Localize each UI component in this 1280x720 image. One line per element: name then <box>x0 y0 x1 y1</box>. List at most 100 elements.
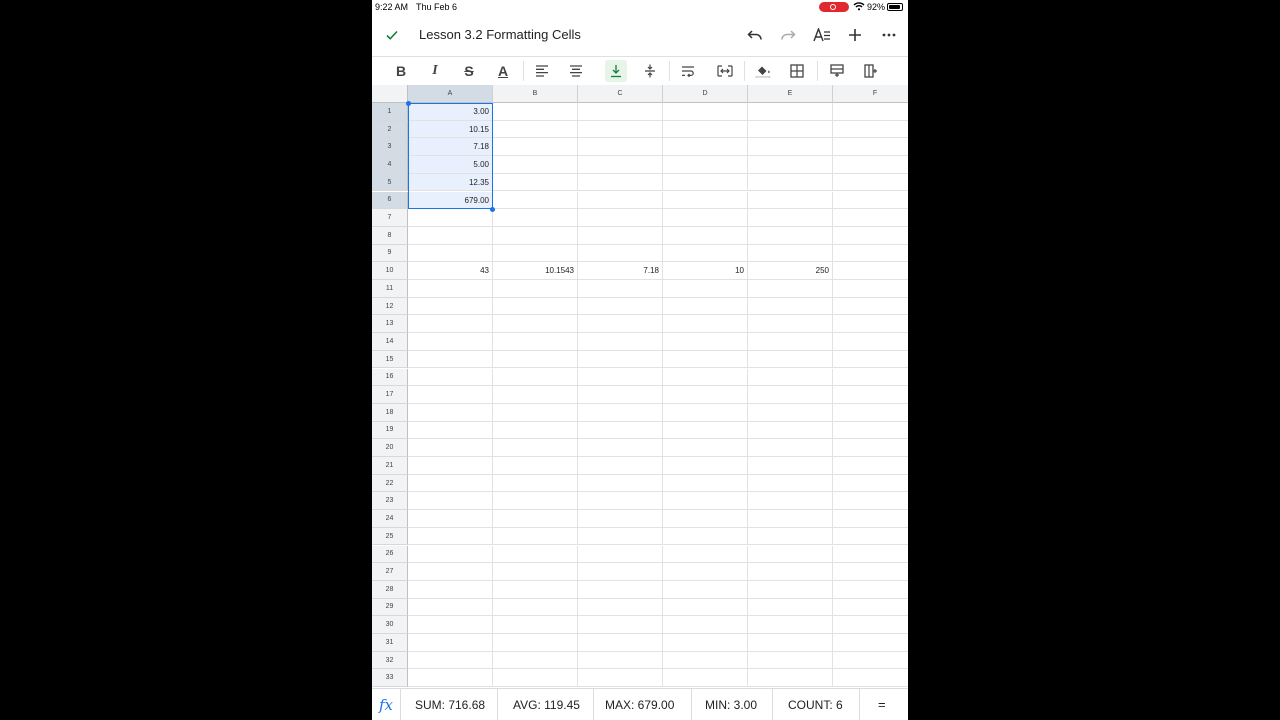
cell-d11[interactable] <box>663 280 748 298</box>
cell-d9[interactable] <box>663 244 748 263</box>
align-center-icon[interactable] <box>565 60 587 82</box>
cell-e25[interactable] <box>748 527 833 546</box>
row-header-26[interactable]: 26 <box>372 545 408 564</box>
cell-f15[interactable] <box>833 351 908 369</box>
cell-e13[interactable] <box>748 315 833 334</box>
cell-b7[interactable] <box>493 209 578 227</box>
row-header-11[interactable]: 11 <box>372 280 408 298</box>
row-header-31[interactable]: 31 <box>372 634 408 652</box>
cell-c11[interactable] <box>578 280 663 298</box>
cell-e26[interactable] <box>748 545 833 564</box>
cell-f5[interactable] <box>833 174 908 192</box>
cell-d15[interactable] <box>663 350 748 369</box>
cell-e30[interactable] <box>748 616 833 634</box>
cell-e23[interactable] <box>748 492 833 511</box>
cell-e15[interactable] <box>748 350 833 369</box>
max-stat[interactable]: MAX: 679.00 <box>605 698 674 712</box>
min-stat[interactable]: MIN: 3.00 <box>705 698 757 712</box>
cell-f33[interactable] <box>833 669 908 688</box>
cell-a12[interactable] <box>408 297 493 316</box>
selection-handle-bottom[interactable] <box>490 207 495 212</box>
cell-c14[interactable] <box>578 333 663 351</box>
row-header-25[interactable]: 25 <box>372 527 408 546</box>
cell-e32[interactable] <box>748 651 833 670</box>
cell-c28[interactable] <box>578 580 663 599</box>
cell-c10[interactable]: 7.18 <box>578 262 663 280</box>
cell-b32[interactable] <box>493 651 578 670</box>
cell-b6[interactable] <box>493 191 578 210</box>
row-header-1[interactable]: 1 <box>372 103 408 121</box>
cell-c27[interactable] <box>578 563 663 581</box>
cell-e11[interactable] <box>748 280 833 298</box>
row-header-2[interactable]: 2 <box>372 120 408 139</box>
cell-a27[interactable] <box>408 563 493 581</box>
cell-c30[interactable] <box>578 616 663 634</box>
cell-a33[interactable] <box>408 669 493 688</box>
cell-d7[interactable] <box>663 209 748 227</box>
row-header-21[interactable]: 21 <box>372 457 408 475</box>
cell-f26[interactable] <box>833 546 908 564</box>
cell-d4[interactable] <box>663 156 748 174</box>
cell-b16[interactable] <box>493 368 578 387</box>
column-header-c[interactable]: C <box>578 85 663 103</box>
cell-b28[interactable] <box>493 580 578 599</box>
cell-d26[interactable] <box>663 545 748 564</box>
cell-f27[interactable] <box>833 563 908 581</box>
document-title[interactable]: Lesson 3.2 Formatting Cells <box>419 27 581 42</box>
cell-b13[interactable] <box>493 315 578 334</box>
cell-c21[interactable] <box>578 457 663 475</box>
cell-f14[interactable] <box>833 333 908 351</box>
cell-b20[interactable] <box>493 439 578 457</box>
cell-e22[interactable] <box>748 474 833 493</box>
cell-e2[interactable] <box>748 120 833 139</box>
cell-d17[interactable] <box>663 386 748 404</box>
cell-f24[interactable] <box>833 510 908 528</box>
cell-e27[interactable] <box>748 563 833 581</box>
cell-c13[interactable] <box>578 315 663 334</box>
cell-b2[interactable] <box>493 120 578 139</box>
select-all-corner[interactable] <box>372 85 408 103</box>
cell-f11[interactable] <box>833 280 908 298</box>
bold-icon[interactable]: B <box>390 60 412 82</box>
cell-a9[interactable] <box>408 244 493 263</box>
cell-b17[interactable] <box>493 386 578 404</box>
cell-a22[interactable] <box>408 474 493 493</box>
cell-a5[interactable]: 12.35 <box>408 173 493 192</box>
cell-b30[interactable] <box>493 616 578 634</box>
cell-d18[interactable] <box>663 403 748 422</box>
cell-e17[interactable] <box>748 386 833 404</box>
row-header-8[interactable]: 8 <box>372 226 408 245</box>
text-format-icon[interactable] <box>811 24 833 46</box>
cell-a10[interactable]: 43 <box>408 262 493 280</box>
cell-b10[interactable]: 10.1543 <box>493 262 578 280</box>
cell-c29[interactable] <box>578 598 663 617</box>
vertical-align-middle-icon[interactable] <box>639 60 661 82</box>
cell-c9[interactable] <box>578 244 663 263</box>
cell-f32[interactable] <box>833 652 908 670</box>
row-header-30[interactable]: 30 <box>372 616 408 634</box>
cell-f29[interactable] <box>833 599 908 617</box>
cell-c19[interactable] <box>578 421 663 440</box>
cell-d22[interactable] <box>663 474 748 493</box>
cell-f23[interactable] <box>833 492 908 511</box>
cell-a16[interactable] <box>408 368 493 387</box>
cell-d29[interactable] <box>663 598 748 617</box>
cell-c17[interactable] <box>578 386 663 404</box>
cell-b19[interactable] <box>493 421 578 440</box>
cell-a11[interactable] <box>408 280 493 298</box>
row-header-3[interactable]: 3 <box>372 138 408 157</box>
merge-cells-icon[interactable] <box>714 60 736 82</box>
vertical-align-bottom-icon[interactable] <box>605 60 627 82</box>
cell-c4[interactable] <box>578 156 663 174</box>
cell-c24[interactable] <box>578 510 663 528</box>
cell-d28[interactable] <box>663 580 748 599</box>
column-header-e[interactable]: E <box>748 85 833 103</box>
cell-c6[interactable] <box>578 191 663 210</box>
column-header-f[interactable]: F <box>833 85 908 103</box>
cell-e7[interactable] <box>748 209 833 227</box>
cell-b25[interactable] <box>493 527 578 546</box>
cell-f21[interactable] <box>833 457 908 475</box>
cell-e28[interactable] <box>748 580 833 599</box>
row-header-22[interactable]: 22 <box>372 474 408 493</box>
cell-e18[interactable] <box>748 403 833 422</box>
